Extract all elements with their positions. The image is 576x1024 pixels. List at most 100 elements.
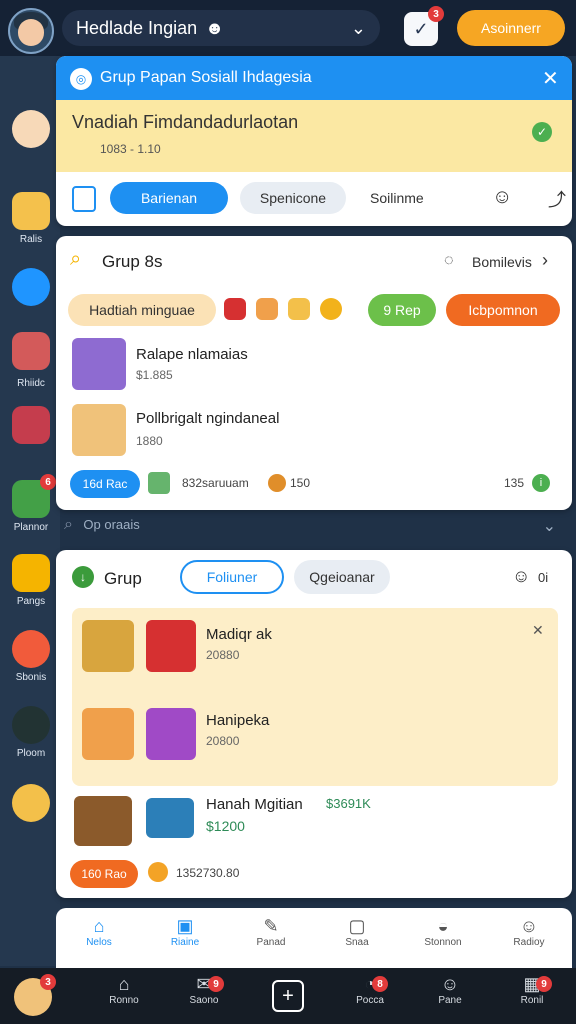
nav-item-3[interactable]: ✎ Panad (228, 916, 314, 966)
system-badge-5: 9 (536, 976, 552, 992)
face-icon: ☺ (440, 974, 460, 994)
search-text: Hedlade Ingian (76, 17, 198, 38)
sticker-icon-3 (288, 298, 310, 320)
card2-footer-text: 1352730.80 (176, 866, 240, 880)
system-label-5: Ronil (520, 995, 544, 1006)
system-item-2[interactable]: ✉ Saono (174, 974, 234, 1006)
system-badge-2: 9 (208, 976, 224, 992)
follow-button[interactable]: Foliuner (180, 560, 284, 594)
search-input[interactable]: Hedlade Ingian ☻ ⌄ (62, 10, 380, 46)
card1-footer-num: 150 (290, 476, 311, 490)
sidebar-badge: 6 (40, 474, 56, 490)
chip-green[interactable]: 9 Rep (368, 294, 436, 326)
system-item-4[interactable]: ☺ Pane (420, 974, 480, 1006)
system-item-5[interactable]: ▦ Ronil (502, 974, 562, 1006)
popup-title: Grup Papan Sosiall Ihdagesia (100, 69, 312, 86)
doc-icon[interactable] (72, 186, 96, 212)
chevron-down-icon: ⌄ (542, 518, 556, 535)
nav-label-4: Snaa (345, 937, 369, 948)
share-icon[interactable]: ⤴ (548, 186, 566, 212)
sidebar-avatar[interactable] (12, 110, 50, 148)
sidebar-item-8[interactable] (12, 706, 50, 744)
sidebar-item-1[interactable] (12, 192, 50, 230)
emoji-icon[interactable]: ☺ (492, 186, 512, 209)
sidebar-label-3: Plannor (13, 522, 49, 533)
sidebar-item-4[interactable] (12, 406, 50, 444)
collapsed-row[interactable]: ⌕ Op oraais ⌄ (64, 516, 564, 542)
gift-icon: ▦ (523, 974, 541, 994)
sidebar-item-2[interactable] (12, 268, 50, 306)
system-item-1[interactable]: ⌂ Ronno (94, 974, 154, 1006)
map-icon (148, 472, 170, 494)
close-icon[interactable]: ✕ (532, 622, 544, 639)
system-badge-3: 8 (372, 976, 388, 992)
sticker-icon-1 (224, 298, 246, 320)
row-value-2: 1880 (136, 434, 163, 448)
nav-item-5[interactable]: ◒ Stonnon (400, 916, 486, 966)
nav-label-5: Stonnon (424, 937, 462, 948)
extra-image-b (146, 798, 194, 838)
sidebar-label-6: Ploom (16, 748, 46, 759)
card1-title: Grup 8s (102, 252, 163, 271)
home-icon: ⌂ (93, 916, 105, 936)
close-icon[interactable]: ✕ (542, 66, 559, 91)
item-image-2a (82, 708, 134, 760)
card2-title: Grup (104, 569, 142, 588)
card2-smile-icon: ☺ (512, 566, 531, 586)
banner-subtitle: 1083 - 1.10 (100, 142, 161, 156)
bell-icon: ◔ (364, 974, 376, 994)
system-label-1: Ronno (109, 995, 139, 1006)
sidebar-label-4: Pangs (16, 596, 46, 607)
primary-action-button[interactable]: Asoinnerr (457, 10, 565, 46)
row-value-1: $1.885 (136, 368, 173, 382)
system-label-2: Saono (189, 995, 219, 1006)
left-sidebar: Ralis Rhiidc 6 Plannor Pangs Sbonis Ploo… (0, 56, 60, 966)
sticker-icon-4 (320, 298, 342, 320)
sidebar-item-9[interactable] (12, 784, 50, 822)
sidebar-item-3[interactable] (12, 332, 50, 370)
chip-main[interactable]: Hadtiah minguae (68, 294, 216, 326)
system-label-4: Pane (438, 995, 462, 1006)
popup-panel: ◎ Grup Papan Sosiall Ihdagesia ✕ Vnadiah… (56, 56, 572, 226)
nav-item-2[interactable]: ▣ Riaine (142, 916, 228, 966)
system-item-3[interactable]: ◔ Pocca (340, 974, 400, 1006)
extra-title: Hanah Mgitian (206, 796, 303, 813)
home-icon: ⌂ (118, 974, 130, 994)
item-image-2b (146, 708, 196, 760)
card1-footer-text: 832saruuam (182, 476, 249, 490)
chip-orange[interactable]: Icbpomnon (446, 294, 560, 326)
extra-image-a (74, 796, 132, 846)
item-title-2: Hanipeka (206, 712, 270, 729)
item-title-1: Madiqr ak (206, 626, 272, 643)
add-button[interactable]: + (272, 980, 304, 1012)
nav-home[interactable]: ⌂ Nelos (56, 916, 142, 966)
chat-icon: ◌ (444, 252, 454, 269)
popup-action-1[interactable]: Barienan (110, 182, 228, 214)
notification-button[interactable]: ✓ 3 (404, 6, 444, 46)
banner-title: Vnadiah Fimdandadurlaotan (72, 112, 299, 132)
info-icon: i (532, 474, 550, 492)
fire-icon (148, 862, 168, 882)
nav-item-4[interactable]: ▢ Snaa (314, 916, 400, 966)
group-icon: ◎ (70, 68, 92, 90)
nav-label-3: Panad (256, 937, 286, 948)
item-image-1b (146, 620, 196, 672)
sidebar-item-6[interactable] (12, 554, 50, 592)
nav-item-6[interactable]: ☺ Radioy (486, 916, 572, 966)
profile-avatar[interactable] (8, 8, 54, 54)
secondary-button[interactable]: Qgeioanar (294, 560, 390, 594)
card1-footer-button[interactable]: 16d Rac (70, 470, 140, 498)
sidebar-item-7[interactable] (12, 630, 50, 668)
sidebar-label-5: Sbonis (15, 672, 47, 683)
row-name-2: Pollbrigalt ngindaneal (136, 410, 280, 427)
system-badge-1: 3 (40, 974, 56, 990)
nav-label-6: Radioy (513, 937, 545, 948)
card2-footer-button[interactable]: 160 Rao (70, 860, 138, 888)
popup-action-2[interactable]: Spenicone (240, 182, 346, 214)
coin-icon (268, 474, 286, 492)
group-card-2: ↓ Grup Foliuner Qgeioanar ☺ 0i Madiqr ak… (56, 550, 572, 898)
group-card-2-icon: ↓ (72, 566, 94, 588)
card1-link[interactable]: Bomilevis (472, 254, 532, 270)
popup-action-3[interactable]: Soilinme (370, 190, 424, 206)
edit-icon: ✎ (263, 916, 279, 936)
